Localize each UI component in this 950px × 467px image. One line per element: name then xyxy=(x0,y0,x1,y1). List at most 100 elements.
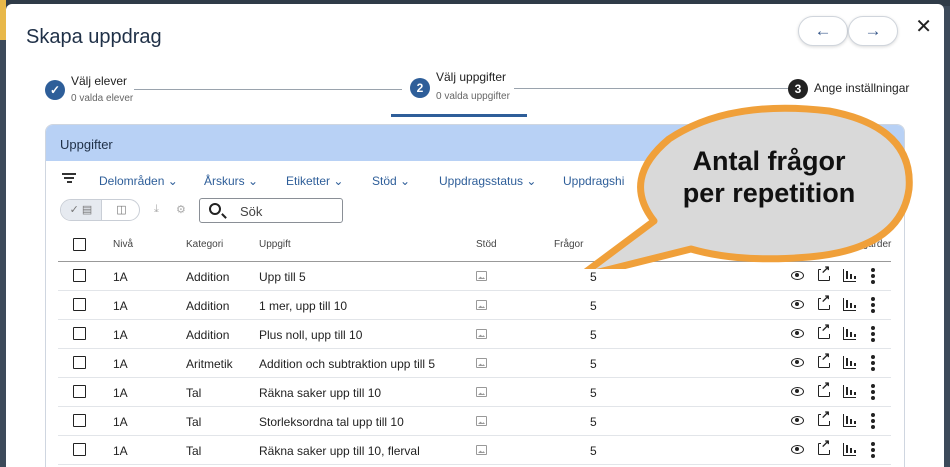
open-external-icon[interactable] xyxy=(818,438,831,455)
cell-fragor: 5 xyxy=(590,270,597,284)
eye-icon[interactable] xyxy=(791,416,804,425)
step-sublabel: 0 valda elever xyxy=(71,93,134,104)
filter-etiketter[interactable]: Etiketter ⌄ xyxy=(286,174,343,188)
cell-uppgift: 1 mer, upp till 10 xyxy=(259,299,348,313)
close-icon[interactable]: ✕ xyxy=(915,14,932,39)
row-checkbox[interactable] xyxy=(73,269,86,282)
header-niva[interactable]: Nivå xyxy=(113,239,133,250)
open-external-icon[interactable] xyxy=(818,264,831,281)
cell-kategori: Addition xyxy=(186,328,230,342)
bar-chart-icon[interactable] xyxy=(843,414,856,427)
row-checkbox[interactable] xyxy=(73,298,86,311)
open-external-icon[interactable] xyxy=(818,409,831,426)
cell-fragor: 5 xyxy=(590,299,597,313)
more-vertical-icon[interactable] xyxy=(871,355,875,371)
eye-icon[interactable] xyxy=(791,300,804,309)
eye-icon[interactable] xyxy=(791,445,804,454)
view-toggle[interactable]: ✓ ▤ ◫ xyxy=(60,199,140,221)
bar-chart-icon[interactable] xyxy=(843,356,856,369)
cell-uppgift: Addition och subtraktion upp till 5 xyxy=(259,357,436,371)
row-actions xyxy=(791,264,891,284)
image-icon xyxy=(476,300,487,310)
table-row[interactable]: 1A Tal Storleksordna tal upp till 10 5 xyxy=(58,407,891,436)
select-all-checkbox[interactable] xyxy=(73,238,86,251)
cell-niva: 1A xyxy=(113,415,128,429)
image-icon xyxy=(476,416,487,426)
cell-uppgift: Räkna saker upp till 10, flerval xyxy=(259,444,420,458)
panel-action-button[interactable]: al xyxy=(846,131,890,157)
search-input[interactable]: Sök xyxy=(199,198,343,223)
cell-kategori: Aritmetik xyxy=(186,357,233,371)
bar-chart-icon[interactable] xyxy=(843,443,856,456)
cell-kategori: Addition xyxy=(186,299,230,313)
row-actions xyxy=(791,351,891,371)
more-vertical-icon[interactable] xyxy=(871,442,875,458)
table-row[interactable]: 1A Aritmetik Addition och subtraktion upp … xyxy=(58,349,891,378)
header-fragor[interactable]: Frågor xyxy=(554,239,583,250)
more-vertical-icon[interactable] xyxy=(871,384,875,400)
panel-header: Uppgifter al xyxy=(46,125,904,161)
eye-icon[interactable] xyxy=(791,329,804,338)
cell-uppgift: Storleksordna tal upp till 10 xyxy=(259,415,404,429)
more-vertical-icon[interactable] xyxy=(871,268,875,284)
cell-fragor: 5 xyxy=(590,357,597,371)
more-vertical-icon[interactable] xyxy=(871,326,875,342)
header-uppgift[interactable]: Uppgift xyxy=(259,239,291,250)
header-kategori[interactable]: Kategori xyxy=(186,239,223,250)
list-view-icon[interactable]: ✓ ▤ xyxy=(61,200,101,220)
table-row[interactable]: 1A Addition Upp till 5 5 xyxy=(58,262,891,291)
image-icon xyxy=(476,358,487,368)
cell-niva: 1A xyxy=(113,328,128,342)
next-step-button[interactable]: → xyxy=(848,16,898,46)
table-row[interactable]: 1A Addition Plus noll, upp till 10 5 xyxy=(58,320,891,349)
filter-stod[interactable]: Stöd ⌄ xyxy=(372,174,410,188)
cell-fragor: 5 xyxy=(590,444,597,458)
row-checkbox[interactable] xyxy=(73,443,86,456)
table-row[interactable]: 1A Tal Räkna saker upp till 10, flerval 5 xyxy=(58,436,891,465)
row-checkbox[interactable] xyxy=(73,327,86,340)
cell-uppgift: Upp till 5 xyxy=(259,270,306,284)
open-external-icon[interactable] xyxy=(818,293,831,310)
row-actions xyxy=(791,380,891,400)
card-view-icon[interactable]: ◫ xyxy=(101,200,141,220)
panel-title: Uppgifter xyxy=(60,137,113,152)
more-vertical-icon[interactable] xyxy=(871,297,875,313)
dialog-title: Skapa uppdrag xyxy=(26,26,162,48)
filter-uppdragsstatus[interactable]: Uppdragsstatus ⌄ xyxy=(439,174,536,188)
filter-delomraden[interactable]: Delområden ⌄ xyxy=(99,174,178,188)
bar-chart-icon[interactable] xyxy=(843,327,856,340)
cell-uppgift: Plus noll, upp till 10 xyxy=(259,328,363,342)
cell-niva: 1A xyxy=(113,444,128,458)
download-icon[interactable]: ⤓ xyxy=(154,203,159,216)
previous-step-button[interactable]: ← xyxy=(798,16,848,46)
cell-niva: 1A xyxy=(113,357,128,371)
cell-fragor: 5 xyxy=(590,328,597,342)
open-external-icon[interactable] xyxy=(818,322,831,339)
header-stod[interactable]: Stöd xyxy=(476,239,497,250)
open-external-icon[interactable] xyxy=(818,380,831,397)
check-icon: ✓ xyxy=(45,80,65,100)
bar-chart-icon[interactable] xyxy=(843,385,856,398)
filter-icon[interactable] xyxy=(62,173,76,183)
row-checkbox[interactable] xyxy=(73,356,86,369)
eye-icon[interactable] xyxy=(791,358,804,367)
row-actions xyxy=(791,293,891,313)
step-label: Välj elever xyxy=(71,74,128,88)
filter-uppdragshistorik[interactable]: Uppdragshi xyxy=(563,174,624,188)
more-vertical-icon[interactable] xyxy=(871,413,875,429)
table-row[interactable]: 1A Addition 1 mer, upp till 10 5 xyxy=(58,291,891,320)
step-number-badge: 2 xyxy=(410,78,430,98)
open-external-icon[interactable] xyxy=(818,351,831,368)
eye-icon[interactable] xyxy=(791,387,804,396)
table-row[interactable]: 1A Tal Räkna saker upp till 10 5 xyxy=(58,378,891,407)
eye-icon[interactable] xyxy=(791,271,804,280)
gear-icon[interactable]: ⚙ xyxy=(176,203,186,216)
bar-chart-icon[interactable] xyxy=(843,269,856,282)
bar-chart-icon[interactable] xyxy=(843,298,856,311)
row-checkbox[interactable] xyxy=(73,414,86,427)
filter-arskurs[interactable]: Årskurs ⌄ xyxy=(204,174,258,188)
image-icon xyxy=(476,271,487,281)
search-placeholder: Sök xyxy=(240,204,263,219)
row-checkbox[interactable] xyxy=(73,385,86,398)
cell-kategori: Tal xyxy=(186,415,202,429)
